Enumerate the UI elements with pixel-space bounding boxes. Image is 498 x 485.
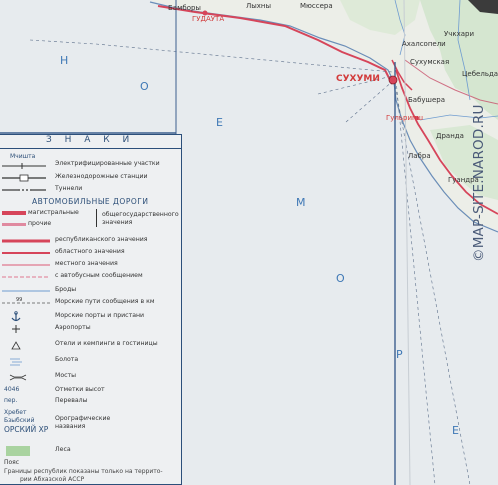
road-bus-symbol <box>2 276 50 278</box>
airport-icon <box>12 325 20 333</box>
anchor-icon <box>11 311 21 322</box>
place-label[interactable]: Сухумская <box>410 58 449 66</box>
place-label[interactable]: Ахалсопели <box>402 40 446 48</box>
legend-text: Электрифицированные участки <box>55 160 160 167</box>
sea-route-symbol: 99 <box>2 297 50 304</box>
legend-footnote-left: Пояс <box>4 459 20 466</box>
legend-text: Туннели <box>55 185 83 192</box>
legend-row: Отели и кемпинги в гостиницы <box>0 339 180 351</box>
legend-row: Хребет Бзыбский ОРСКИЙ ХР Орографические… <box>0 409 180 439</box>
place-label[interactable]: Лыхны <box>246 2 271 10</box>
legend-text: Болота <box>55 356 79 363</box>
oro-sample-3: ОРСКИЙ ХР <box>4 425 49 434</box>
legend-text: Морские пути сообщения в км <box>55 298 155 305</box>
swamp-symbol <box>10 358 22 366</box>
svg-text:99: 99 <box>16 297 22 303</box>
city-label-gulripsh[interactable]: Гульрипш <box>386 114 423 122</box>
oro-sample-2: Бзыбский <box>4 417 35 424</box>
road-oblast-symbol <box>2 252 50 254</box>
legend-text: республиканского значения <box>55 236 148 243</box>
place-label[interactable]: Цебельда <box>462 70 498 78</box>
sea-label-letter: О <box>140 80 149 93</box>
legend-text: Морские порты и пристани <box>55 312 145 319</box>
legend-text: местного значения <box>55 260 118 267</box>
sea-label-letter: Н <box>60 54 69 67</box>
legend-row: Аэропорты <box>0 323 180 335</box>
roads-subtitle: АВТОМОБИЛЬНЫЕ ДОРОГИ <box>32 197 149 206</box>
city-label-gudauta[interactable]: ГУДАУТА <box>192 15 224 23</box>
oro-sample-1: Хребет <box>4 409 27 416</box>
forest-symbol <box>6 446 30 456</box>
place-label[interactable]: Дранда <box>436 132 464 140</box>
legend-row: Мчишта Электрифицированные участки <box>0 153 180 171</box>
legend-row: республиканского значения <box>0 235 180 247</box>
brace-label-c: общегосударственного значения <box>102 211 179 226</box>
rail-station-symbol <box>2 174 46 182</box>
hotel-icon <box>11 341 21 350</box>
place-label[interactable]: Мюссера <box>300 2 333 10</box>
legend-row: Мосты <box>0 371 180 383</box>
legend-row: областного значения <box>0 247 180 259</box>
legend-text: с автобусным сообщением <box>55 272 143 279</box>
legend-footnote: рии Абхазской АССР <box>20 476 85 483</box>
brace-label-b: прочие <box>28 220 52 227</box>
highway-symbols <box>2 211 26 226</box>
legend-text: Отели и кемпинги в гостиницы <box>55 340 158 347</box>
legend-row: Леса <box>0 445 180 457</box>
map-legend: З Н А К И Мчишта Электрифицированные уча… <box>0 134 182 485</box>
legend-text: Мосты <box>55 372 77 379</box>
sea-label-letter: Е <box>216 116 223 129</box>
sea-label-letter: Е <box>452 424 459 437</box>
height-mark-label: 4046 <box>4 386 20 393</box>
watermark-text: ©MAP-SITE.NAROD.RU <box>471 104 487 262</box>
brace-line <box>96 209 98 227</box>
legend-footnote: Границы республик показаны только на тер… <box>4 468 163 475</box>
city-label-sukhumi[interactable]: СУХУМИ <box>336 74 380 84</box>
bridge-symbol <box>9 374 27 381</box>
legend-row: 99 Морские пути сообщения в км <box>0 297 180 309</box>
brace-label-a: магистральные <box>28 209 79 216</box>
sea-label-letter: Р <box>396 348 403 361</box>
legend-text: Броды <box>55 286 77 293</box>
place-label[interactable]: Бабушера <box>408 96 445 104</box>
legend-text: Железнодорожные станции <box>55 173 148 180</box>
legend-text: Перевалы <box>55 397 88 404</box>
tunnel-symbol <box>2 189 46 191</box>
legend-header: З Н А К И <box>0 135 182 149</box>
legend-row: Броды <box>0 285 180 297</box>
legend-text: Леса <box>55 446 71 453</box>
sea-label-letter: М <box>296 196 306 209</box>
place-label[interactable]: Учкхари <box>444 30 474 38</box>
legend-row: с автобусным сообщением <box>0 271 180 283</box>
rail-electric-symbol <box>2 163 46 169</box>
legend-row: Железнодорожные станции <box>0 172 180 184</box>
legend-row: Болота <box>0 355 180 367</box>
pass-mark-label: пер. <box>4 397 18 404</box>
road-local-symbol <box>2 264 50 266</box>
legend-text: Орографические названия <box>55 415 111 430</box>
sea-label-letter: О <box>336 272 345 285</box>
legend-row: Морские порты и пристани <box>0 311 180 323</box>
legend-title: З Н А К И <box>46 135 135 145</box>
legend-text: Отметки высот <box>55 386 105 393</box>
place-label[interactable]: Лабра <box>408 152 431 160</box>
legend-row: Туннели <box>0 184 180 196</box>
place-label[interactable]: Бамборы <box>168 4 201 12</box>
legend-row: пер. Перевалы <box>0 396 180 408</box>
map-canvas[interactable]: Н О Е М О Р Е СУХУМИ ГУДАУТА Гульрипш Ба… <box>0 0 498 485</box>
legend-row: местного значения <box>0 259 180 271</box>
roads-brace: магистральные прочие общегосударственног… <box>28 209 179 231</box>
road-republic-symbol <box>2 239 50 243</box>
ford-symbol <box>2 290 50 292</box>
legend-symbol-label: Мчишта <box>10 153 36 160</box>
legend-text: Аэропорты <box>55 324 91 331</box>
legend-text: областного значения <box>55 248 125 255</box>
